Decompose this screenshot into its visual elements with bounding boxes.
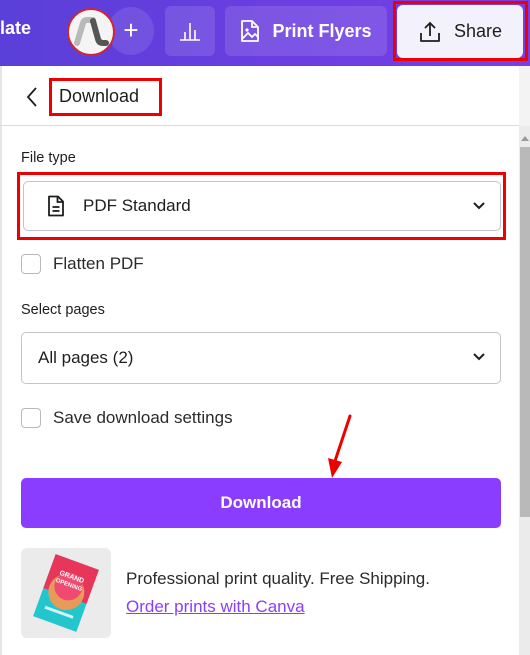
back-button[interactable] bbox=[22, 84, 42, 110]
scroll-up-arrow-icon[interactable] bbox=[521, 136, 529, 141]
avatar-logo-icon bbox=[74, 17, 109, 46]
save-settings-checkbox[interactable] bbox=[21, 408, 41, 428]
avatar[interactable] bbox=[67, 8, 115, 56]
scrollbar-top-area bbox=[519, 66, 530, 126]
select-pages-label: Select pages bbox=[21, 302, 105, 318]
top-toolbar: late + Print Flyers Share bbox=[0, 0, 530, 66]
promo-text: Professional print quality. Free Shippin… bbox=[126, 569, 430, 588]
chevron-left-icon bbox=[26, 87, 37, 107]
panel-title: Download bbox=[59, 86, 140, 106]
save-settings-label: Save download settings bbox=[53, 408, 233, 427]
select-pages-dropdown[interactable]: All pages (2) bbox=[21, 332, 501, 384]
file-type-select[interactable]: PDF Standard bbox=[23, 181, 501, 231]
scrollbar-thumb[interactable] bbox=[520, 147, 530, 517]
flatten-pdf-option[interactable]: Flatten PDF bbox=[21, 254, 144, 274]
template-menu-label[interactable]: late bbox=[0, 18, 31, 39]
select-pages-value: All pages (2) bbox=[38, 348, 134, 367]
plus-icon: + bbox=[123, 15, 139, 45]
upload-icon bbox=[420, 21, 440, 42]
image-document-icon bbox=[241, 20, 260, 42]
file-type-label: File type bbox=[21, 150, 76, 166]
flatten-pdf-checkbox[interactable] bbox=[21, 254, 41, 274]
document-icon bbox=[48, 195, 64, 217]
print-flyers-button[interactable]: Print Flyers bbox=[225, 6, 387, 56]
print-promo-thumbnail[interactable]: GRAND OPENING bbox=[21, 548, 111, 638]
chevron-down-icon bbox=[473, 353, 485, 361]
flatten-pdf-label: Flatten PDF bbox=[53, 254, 144, 273]
print-flyers-label: Print Flyers bbox=[272, 20, 372, 41]
share-label: Share bbox=[453, 21, 503, 41]
order-prints-link[interactable]: Order prints with Canva bbox=[126, 597, 305, 617]
chevron-down-icon bbox=[473, 202, 485, 210]
share-button[interactable]: Share bbox=[397, 5, 523, 58]
save-settings-option[interactable]: Save download settings bbox=[21, 408, 233, 428]
file-type-value: PDF Standard bbox=[83, 196, 191, 215]
download-button[interactable]: Download bbox=[21, 478, 501, 528]
bar-chart-icon bbox=[180, 23, 200, 41]
insights-button[interactable] bbox=[165, 6, 215, 56]
flyer-image-icon: GRAND OPENING bbox=[33, 554, 99, 632]
